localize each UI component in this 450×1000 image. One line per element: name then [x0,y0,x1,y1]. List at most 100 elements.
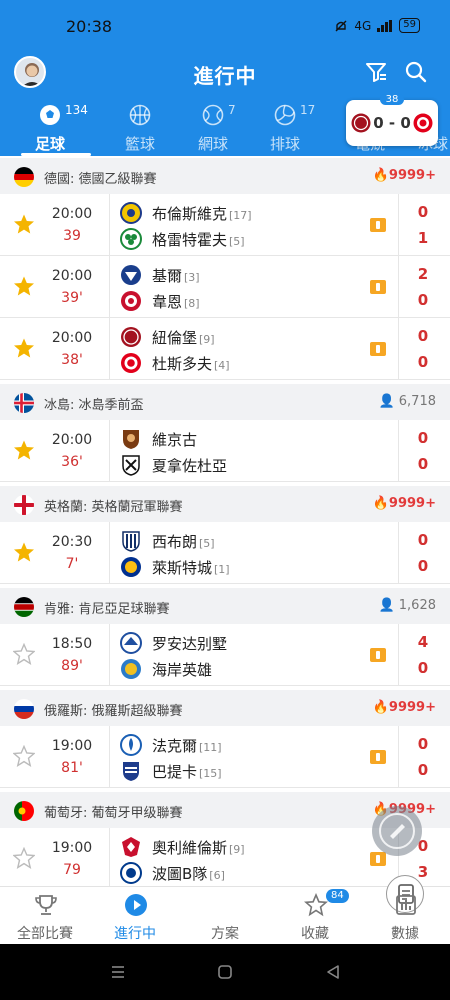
germany-flag-icon [14,167,34,187]
divider [109,726,110,788]
nav-all-matches-label: 全部比賽 [17,926,73,942]
search-icon[interactable] [404,60,428,84]
home-icon[interactable] [217,964,233,980]
home-team-name: 布倫斯維克 [152,205,228,223]
match-row[interactable]: 20:00 39' 基爾 [3] 韋恩 [8] 2 0 [0,256,450,318]
trophy-icon [35,895,57,915]
fire-icon: 🔥 [372,168,389,183]
corner-kick-icon [370,342,386,356]
away-score: 0 [417,353,429,371]
match-time: 19:00 [51,738,93,754]
home-team-rank: [9] [199,333,215,346]
match-row[interactable]: 20:30 7' 西布朗 [5] 萊斯特城 [1] 0 0 [0,522,450,584]
user-icon: 👤 [378,394,399,409]
dusseldorf-logo-icon [413,113,433,133]
battery-indicator: 59 [399,18,420,33]
star-filled-icon[interactable] [13,337,35,359]
home-score: 0 [417,735,429,753]
league-views-value: 1,628 [398,598,436,613]
league-hot-count: 🔥9999+ [373,168,436,183]
away-team-name: 韋恩 [152,293,183,311]
divider [398,522,399,584]
divider [109,318,110,380]
tab-football[interactable]: 134 足球 [5,100,95,156]
tennis-icon [202,104,224,126]
home-score: 4 [417,633,429,651]
filter-icon[interactable] [364,60,388,84]
league-header[interactable]: 冰島: 冰島季前盃 👤 6,718 [0,384,450,420]
away-team-name: 海岸英雄 [152,661,213,679]
league-hot-value: 9999+ [388,496,436,511]
star-filled-icon[interactable] [13,213,35,235]
home-team-name: 法克爾 [152,737,198,755]
nav-plans-label: 方案 [211,926,239,942]
kenya-flag-icon [14,597,34,617]
home-team-name: 奧利維倫斯 [152,839,228,857]
match-row[interactable]: 20:00 38' 紐倫堡 [9] 杜斯多夫 [4] 0 0 [0,318,450,380]
nav-favorites[interactable]: 84 收藏 [270,887,360,945]
oliveirense-logo-icon [122,837,140,857]
divider [109,194,110,256]
away-score: 0 [417,761,429,779]
fakel-logo-icon [120,734,142,756]
league-header[interactable]: 肯雅: 肯尼亞足球聯賽 👤 1,628 [0,588,450,624]
tab-football-label: 足球 [34,135,65,153]
star-outline-icon[interactable] [13,643,35,665]
league-header[interactable]: 英格蘭: 英格蘭冠軍聯賽 🔥9999+ [0,486,450,522]
star-outline-icon[interactable] [13,847,35,869]
fire-icon: 🔥 [372,496,389,511]
corner-kick-icon [370,750,386,764]
play-icon [125,894,147,916]
away-team-rank: [15] [199,767,222,780]
nav-data[interactable]: 數據 [360,887,450,945]
back-icon[interactable] [325,964,341,980]
away-score: 0 [417,455,429,473]
away-team-name: 萊斯特城 [152,559,213,577]
star-outline-icon[interactable] [13,745,35,767]
live-score-popup[interactable]: 38 0 - 0 [346,94,438,146]
home-score: 0 [417,429,429,447]
floating-assist-button[interactable] [372,806,422,856]
signal-icon [377,19,393,32]
star-filled-icon[interactable] [13,439,35,461]
league-name: 俄羅斯: 俄羅斯超級聯賽 [44,704,183,719]
league-header[interactable]: 俄羅斯: 俄羅斯超級聯賽 🔥9999+ [0,690,450,726]
league-hot-value: 9999+ [388,168,436,183]
network-type: 4G [354,18,372,33]
nav-all-matches[interactable]: 全部比賽 [0,887,90,945]
star-filled-icon[interactable] [13,541,35,563]
match-row[interactable]: 19:00 81' 法克爾 [11] 巴提卡 [15] 0 0 [0,726,450,788]
divider [398,624,399,686]
match-row[interactable]: 20:00 36' 維京古 夏拿佐杜亞 0 0 [0,420,450,482]
match-row[interactable]: 20:00 39 布倫斯維克 [17] 格雷特霍夫 [5] 0 1 [0,194,450,256]
menu-icon[interactable] [110,964,126,980]
divider [398,256,399,318]
wehen-logo-icon [121,291,141,311]
home-team-name: 西布朗 [152,533,198,551]
divider [398,726,399,788]
away-score: 0 [417,659,429,677]
divider [109,828,110,890]
star-filled-icon[interactable] [13,275,35,297]
away-club-logo-icon [122,455,140,476]
match-time: 20:00 [51,432,93,448]
greuther-furth-logo-icon [120,228,142,250]
league-header[interactable]: 德國: 德國乙級聯賽 🔥9999+ [0,158,450,194]
kiel-logo-icon [121,265,141,285]
tab-volleyball[interactable]: 17 排球 [240,100,330,156]
favorites-badge: 84 [326,889,349,903]
away-team-name: 格雷特霍夫 [152,231,228,249]
status-bar: 20:38 4G 59 [0,0,450,50]
league-hot-value: 9999+ [388,700,436,715]
vikingur-logo-icon [123,430,139,449]
away-team-name: 杜斯多夫 [152,355,213,373]
bottom-navigation: 全部比賽 進行中 方案 84 收藏 數據 [0,875,450,945]
dusseldorf-logo-icon [121,353,141,373]
home-score: 2 [417,265,429,283]
nav-live[interactable]: 進行中 [90,887,180,945]
home-score: 0 [417,327,429,345]
iceland-flag-icon [14,393,34,413]
match-row[interactable]: 18:50 89' 罗安达别墅 海岸英雄 4 0 [0,624,450,686]
nav-plans[interactable]: 方案 [180,875,424,945]
match-time: 20:00 [51,330,93,346]
